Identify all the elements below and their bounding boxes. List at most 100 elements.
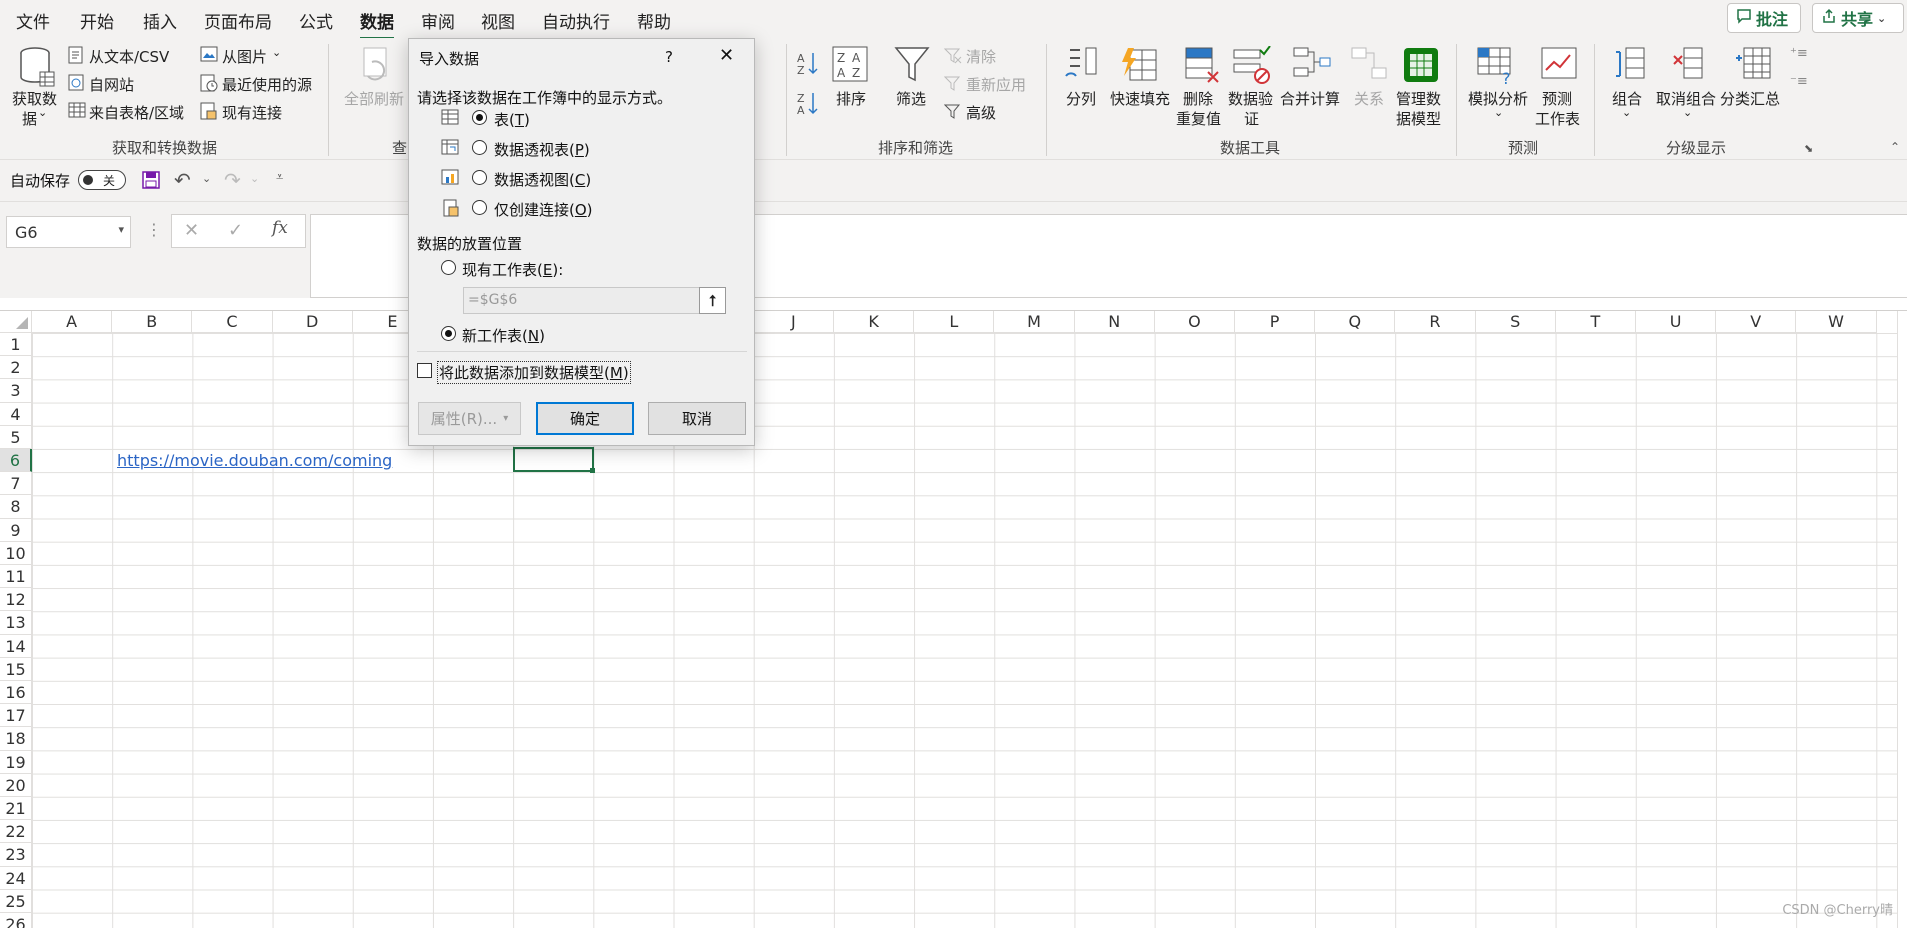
sort-button[interactable]: 排序	[836, 88, 866, 109]
column-header[interactable]: P	[1235, 311, 1316, 333]
hide-detail-icon[interactable]: ⁻≡	[1790, 74, 1808, 89]
menu-help[interactable]: 帮助	[637, 8, 671, 33]
get-data-label[interactable]: 获取数	[12, 88, 57, 109]
row-header[interactable]: 10	[0, 541, 32, 565]
location-reference-input[interactable]: =$G$6	[463, 287, 708, 314]
row-header[interactable]: 25	[0, 889, 32, 913]
column-header[interactable]: A	[32, 311, 113, 333]
fill-handle[interactable]	[590, 468, 595, 473]
column-header[interactable]: N	[1074, 311, 1155, 333]
ok-button[interactable]: 确定	[536, 402, 634, 435]
row-header[interactable]: 24	[0, 866, 32, 890]
row-header[interactable]: 13	[0, 611, 32, 635]
cell-area[interactable]	[32, 333, 1898, 928]
row-header[interactable]: 18	[0, 727, 32, 751]
column-header[interactable]: Q	[1315, 311, 1396, 333]
from-table-button[interactable]: 来自表格/区域	[89, 102, 184, 123]
row-header[interactable]: 7	[0, 472, 32, 496]
share-button[interactable]: 共享 ⌄	[1812, 3, 1904, 33]
menu-formulas[interactable]: 公式	[299, 8, 333, 33]
column-header[interactable]: O	[1154, 311, 1235, 333]
menu-home[interactable]: 开始	[80, 8, 114, 33]
help-icon[interactable]: ?	[665, 48, 673, 66]
row-header[interactable]: 1	[0, 333, 32, 357]
chevron-down-icon[interactable]: ⌄	[202, 172, 211, 185]
select-all-corner[interactable]	[0, 311, 32, 333]
fx-icon[interactable]: fx	[272, 218, 288, 238]
comment-button[interactable]: 批注	[1727, 3, 1801, 33]
menu-data[interactable]: 数据	[360, 8, 394, 40]
column-header[interactable]: M	[994, 311, 1075, 333]
row-header[interactable]: 12	[0, 588, 32, 612]
flash-fill-button[interactable]: 快速填充	[1110, 88, 1170, 109]
vertical-scrollbar[interactable]	[1897, 311, 1907, 928]
cancel-button[interactable]: 取消	[648, 402, 746, 435]
clear-button[interactable]: 清除	[966, 46, 996, 67]
row-header[interactable]: 15	[0, 657, 32, 681]
forecast-sheet-button[interactable]: 预测	[1542, 88, 1572, 109]
from-text-csv-button[interactable]: 从文本/CSV	[89, 46, 169, 67]
collapse-dialog-button[interactable]: ⭡	[699, 287, 726, 314]
menu-automate[interactable]: 自动执行	[542, 8, 610, 33]
collapse-ribbon-icon[interactable]: ⌃	[1890, 140, 1900, 154]
remove-duplicates-button-2[interactable]: 重复值	[1176, 108, 1221, 129]
menu-file[interactable]: 文件	[16, 8, 50, 33]
show-detail-icon[interactable]: ⁺≡	[1790, 46, 1808, 61]
radio-table[interactable]	[472, 110, 487, 125]
row-header[interactable]: 3	[0, 379, 32, 403]
radio-pivot-chart[interactable]	[472, 170, 487, 185]
radio-pivot-table[interactable]	[472, 140, 487, 155]
radio-existing-sheet[interactable]	[441, 260, 456, 275]
customize-qat-icon[interactable]: ⩡	[276, 170, 283, 185]
row-header[interactable]: 17	[0, 704, 32, 728]
row-header[interactable]: 14	[0, 634, 32, 658]
row-header[interactable]: 19	[0, 750, 32, 774]
row-header[interactable]: 22	[0, 820, 32, 844]
column-header[interactable]: W	[1796, 311, 1877, 333]
forecast-sheet-button-2[interactable]: 工作表	[1535, 108, 1580, 129]
row-header[interactable]: 8	[0, 495, 32, 519]
row-header[interactable]: 16	[0, 681, 32, 705]
advanced-button[interactable]: 高级	[966, 102, 996, 123]
relationships-button[interactable]: 关系	[1354, 88, 1384, 109]
row-header[interactable]: 9	[0, 518, 32, 542]
from-web-button[interactable]: 自网站	[89, 74, 134, 95]
reapply-button[interactable]: 重新应用	[966, 74, 1026, 95]
filter-button[interactable]: 筛选	[896, 88, 926, 109]
row-header[interactable]: 5	[0, 425, 32, 449]
column-header[interactable]: L	[914, 311, 995, 333]
subtotal-button[interactable]: 分类汇总	[1720, 88, 1780, 109]
properties-button[interactable]: 属性(R)... ▾	[418, 402, 521, 435]
column-header[interactable]: K	[834, 311, 915, 333]
column-header[interactable]: S	[1475, 311, 1556, 333]
redo-icon[interactable]: ↷	[224, 168, 241, 192]
menu-review[interactable]: 审阅	[421, 8, 455, 33]
confirm-icon[interactable]: ✓	[228, 220, 243, 241]
data-validation-button-2[interactable]: 证	[1244, 108, 1259, 129]
column-header[interactable]: D	[272, 311, 353, 333]
name-box[interactable]: G6 ▾	[6, 216, 131, 248]
text-to-columns-button[interactable]: 分列	[1066, 88, 1096, 109]
cell-b6-link[interactable]: https://movie.douban.com/coming	[117, 451, 392, 470]
undo-icon[interactable]: ↶	[174, 168, 191, 192]
autosave-toggle[interactable]: 关	[78, 170, 126, 190]
selected-cell[interactable]	[513, 447, 594, 472]
remove-duplicates-button[interactable]: 删除	[1183, 88, 1213, 109]
row-header[interactable]: 21	[0, 797, 32, 821]
add-to-model-checkbox[interactable]	[417, 363, 432, 378]
row-header[interactable]: 6	[0, 449, 32, 473]
menu-page-layout[interactable]: 页面布局	[204, 8, 272, 33]
chevron-down-icon[interactable]: ⌄	[250, 172, 259, 185]
column-header[interactable]: J	[753, 311, 834, 333]
from-picture-button[interactable]: 从图片	[222, 46, 267, 67]
row-header[interactable]: 23	[0, 843, 32, 867]
row-header[interactable]: 20	[0, 773, 32, 797]
data-validation-button[interactable]: 数据验	[1228, 88, 1273, 109]
row-header[interactable]: 2	[0, 356, 32, 380]
row-header[interactable]: 11	[0, 565, 32, 589]
refresh-all-button[interactable]: 全部刷新	[344, 88, 404, 109]
row-header[interactable]: 4	[0, 402, 32, 426]
column-header[interactable]: T	[1555, 311, 1636, 333]
recent-sources-button[interactable]: 最近使用的源	[222, 74, 312, 95]
row-header[interactable]: 26	[0, 913, 32, 928]
